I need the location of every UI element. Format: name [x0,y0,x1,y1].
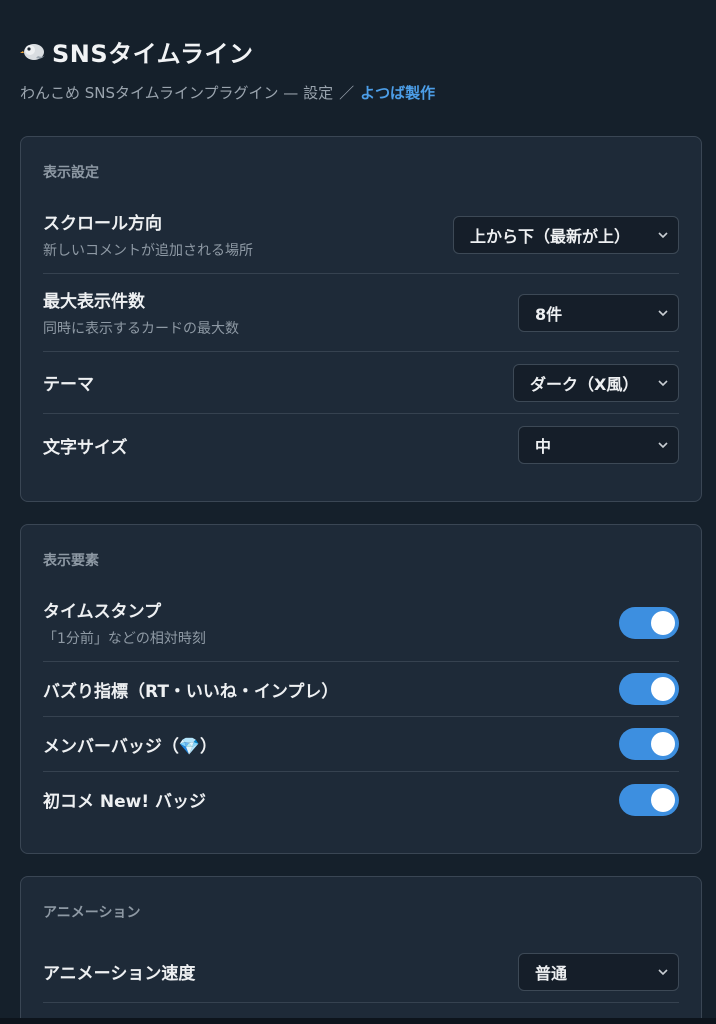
chevron-down-icon [658,379,668,386]
scroll-direction-row: スクロール方向 新しいコメントが追加される場所 上から下（最新が上） [43,196,679,274]
max-count-row: 最大表示件数 同時に表示するカードの最大数 8件 [43,274,679,352]
toggle-knob [651,677,675,701]
settings-page: SNSタイムライン わんこめ SNSタイムラインプラグイン — 設定 ／ よつば製作… [0,0,716,1024]
first-comment-toggle[interactable] [619,783,679,816]
max-count-label: 最大表示件数 [43,292,145,312]
chevron-down-icon [658,968,668,975]
select-value: 中 [535,437,552,456]
font-size-label: 文字サイズ [43,437,128,458]
bird-icon [20,44,45,60]
theme-row: テーマ ダーク（X風） [43,352,679,414]
member-badge-toggle[interactable] [619,728,679,760]
card-title: 表示設定 [43,165,99,181]
first-comment-row: 初コメ New! バッジ [43,772,679,827]
toggle-knob [651,732,675,756]
scroll-direction-select[interactable]: 上から下（最新が上） [453,215,679,254]
display-settings-card: 表示設定 スクロール方向 新しいコメントが追加される場所 上から下（最新が上） … [20,136,702,502]
chevron-down-icon [658,309,668,316]
animation-speed-label: アニメーション速度 [43,964,196,984]
first-comment-label: 初コメ New! バッジ [43,792,207,812]
select-value: 普通 [535,963,568,983]
select-value: ダーク（X風） [530,374,639,394]
page-title: SNSタイムライン [52,39,254,68]
timestamp-desc: 「1分前」などの相対時刻 [43,631,206,647]
title-row: SNSタイムライン [20,34,696,68]
font-size-row: 文字サイズ 中 [43,414,679,476]
select-value: 8件 [535,304,563,324]
buzz-row: バズり指標（RT・いいね・インプレ） [43,662,679,717]
max-count-select[interactable]: 8件 [518,293,679,332]
animation-speed-row: アニメーション速度 普通 [43,941,679,1003]
theme-select[interactable]: ダーク（X風） [513,363,679,402]
timestamp-label: タイムスタンプ [43,602,162,622]
theme-label: テーマ [43,375,94,395]
animation-speed-select[interactable]: 普通 [518,952,679,991]
bottom-edge [0,1018,716,1024]
member-badge-label: メンバーバッジ（💎） [43,736,217,757]
toggle-knob [651,787,675,812]
scroll-direction-desc: 新しいコメントが追加される場所 [43,243,253,259]
author-link[interactable]: よつば製作 [360,84,435,102]
buzz-toggle[interactable] [619,673,679,705]
page-header: SNSタイムライン わんこめ SNSタイムラインプラグイン — 設定 ／ よつば製作 [20,0,696,103]
toggle-knob [651,610,675,635]
display-elements-card: 表示要素 タイムスタンプ 「1分前」などの相対時刻 バズり指標（RT・いいね・イ… [20,524,702,854]
chevron-down-icon [658,231,668,238]
subtitle-separator: ／ [339,84,355,102]
chevron-down-icon [658,442,668,449]
animation-card: アニメーション アニメーション速度 普通 [20,876,702,1024]
subtitle-text: わんこめ SNSタイムラインプラグイン — 設定 [20,84,334,102]
max-count-desc: 同時に表示するカードの最大数 [43,321,239,337]
card-title: アニメーション [43,905,141,921]
font-size-select[interactable]: 中 [518,426,679,464]
page-subtitle: わんこめ SNSタイムラインプラグイン — 設定 ／ よつば製作 [20,82,696,103]
timestamp-row: タイムスタンプ 「1分前」などの相対時刻 [43,584,679,662]
select-value: 上から下（最新が上） [470,226,631,246]
buzz-label: バズり指標（RT・いいね・インプレ） [43,681,339,702]
card-title: 表示要素 [43,553,99,569]
member-badge-row: メンバーバッジ（💎） [43,717,679,772]
timestamp-toggle[interactable] [619,606,679,639]
scroll-direction-label: スクロール方向 [43,214,162,234]
